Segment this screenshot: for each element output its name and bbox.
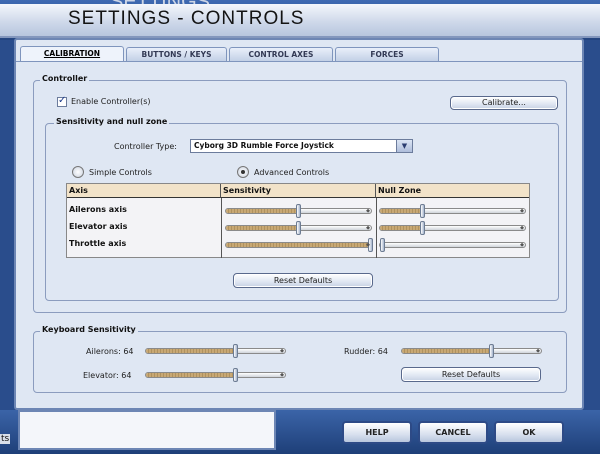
axis-row-ailerons-label: Ailerons axis	[69, 205, 127, 214]
tab-buttons-keys[interactable]: BUTTONS / KEYS	[126, 47, 227, 61]
controller-type-value: Cyborg 3D Rumble Force Joystick	[194, 141, 334, 150]
column-header-sensitivity: Sensitivity	[221, 184, 376, 198]
keyboard-sensitivity-group	[33, 331, 567, 393]
rudder-keyboard-slider[interactable]: ◆	[401, 344, 542, 358]
controller-group-label: Controller	[40, 74, 90, 83]
slider-end-icon: ◆	[366, 242, 370, 248]
slider-fill	[380, 226, 422, 230]
slider-end-icon: ◆	[280, 348, 284, 354]
slider-fill	[146, 349, 235, 353]
slider-thumb[interactable]	[233, 368, 238, 382]
chevron-down-icon[interactable]: ▼	[396, 140, 412, 152]
slider-fill	[146, 373, 235, 377]
slider-end-icon: ◆	[520, 225, 524, 231]
slider-fill	[402, 349, 491, 353]
page-title: SETTINGS - CONTROLS	[68, 8, 305, 29]
tab-control-axes[interactable]: CONTROL AXES	[229, 47, 333, 61]
slider-fill	[226, 209, 298, 213]
axis-row-elevator-label: Elevator axis	[69, 222, 128, 231]
axis-row-throttle-label: Throttle axis	[69, 239, 127, 248]
column-header-axis: Axis	[67, 184, 221, 198]
footer-info-panel	[18, 410, 276, 450]
slider-end-icon: ◆	[536, 348, 540, 354]
elevator-sensitivity-slider[interactable]: ◆	[225, 221, 372, 235]
help-button[interactable]: HELP	[342, 421, 412, 444]
slider-thumb[interactable]	[420, 204, 425, 218]
slider-end-icon: ◆	[520, 208, 524, 214]
slider-fill	[226, 226, 298, 230]
slider-thumb[interactable]	[296, 221, 301, 235]
tab-divider	[16, 61, 582, 62]
ailerons-keyboard-slider[interactable]: ◆	[145, 344, 286, 358]
ailerons-keyboard-label: Ailerons: 64	[86, 347, 134, 356]
cancel-button[interactable]: CANCEL	[418, 421, 488, 444]
throttle-null-zone-slider[interactable]: ◆	[379, 238, 526, 252]
slider-thumb[interactable]	[296, 204, 301, 218]
tab-buttons-keys-label: BUTTONS / KEYS	[141, 50, 212, 59]
slider-end-icon: ◆	[280, 372, 284, 378]
slider-thumb[interactable]	[233, 344, 238, 358]
enable-controllers-checkbox[interactable]: ✓	[57, 95, 67, 107]
elevator-keyboard-label: Elevator: 64	[83, 371, 132, 380]
column-divider	[221, 198, 222, 258]
elevator-keyboard-slider[interactable]: ◆	[145, 368, 286, 382]
elevator-null-zone-slider[interactable]: ◆	[379, 221, 526, 235]
tab-forces-label: FORCES	[370, 50, 404, 59]
slider-end-icon: ◆	[366, 225, 370, 231]
rudder-keyboard-label: Rudder: 64	[344, 347, 388, 356]
simple-controls-label: Simple Controls	[89, 168, 152, 177]
slider-end-icon: ◆	[366, 208, 370, 214]
slider-end-icon: ◆	[520, 242, 524, 248]
ailerons-sensitivity-slider[interactable]: ◆	[225, 204, 372, 218]
sensitivity-null-zone-label: Sensitivity and null zone	[54, 117, 170, 126]
tab-calibration[interactable]: CALIBRATION	[20, 46, 124, 62]
column-header-null-zone: Null Zone	[376, 184, 529, 198]
tab-forces[interactable]: FORCES	[335, 47, 439, 61]
keyboard-reset-defaults-button[interactable]: Reset Defaults	[401, 367, 541, 382]
enable-controllers-label: Enable Controller(s)	[71, 97, 151, 106]
tab-control-axes-label: CONTROL AXES	[248, 50, 314, 59]
slider-fill	[380, 209, 422, 213]
side-window-label: ts	[0, 434, 11, 444]
slider-fill	[226, 243, 370, 247]
ailerons-null-zone-slider[interactable]: ◆	[379, 204, 526, 218]
reset-defaults-button[interactable]: Reset Defaults	[233, 273, 373, 288]
calibrate-button[interactable]: Calibrate...	[450, 96, 558, 110]
axis-table: Axis Sensitivity Null Zone Ailerons axis…	[66, 183, 530, 258]
keyboard-sensitivity-label: Keyboard Sensitivity	[40, 325, 138, 334]
slider-thumb[interactable]	[420, 221, 425, 235]
controller-type-dropdown[interactable]: Cyborg 3D Rumble Force Joystick ▼	[190, 139, 413, 153]
throttle-sensitivity-slider[interactable]: ◆	[225, 238, 373, 252]
tab-calibration-label: CALIBRATION	[43, 49, 101, 58]
simple-controls-radio[interactable]	[72, 166, 84, 178]
advanced-controls-label: Advanced Controls	[254, 168, 330, 177]
column-divider	[376, 198, 377, 258]
slider-thumb[interactable]	[380, 238, 385, 252]
ok-button[interactable]: OK	[494, 421, 564, 444]
advanced-controls-radio[interactable]	[237, 166, 249, 178]
controller-type-label: Controller Type:	[114, 142, 177, 151]
checkmark-icon: ✓	[58, 95, 67, 106]
slider-thumb[interactable]	[489, 344, 494, 358]
